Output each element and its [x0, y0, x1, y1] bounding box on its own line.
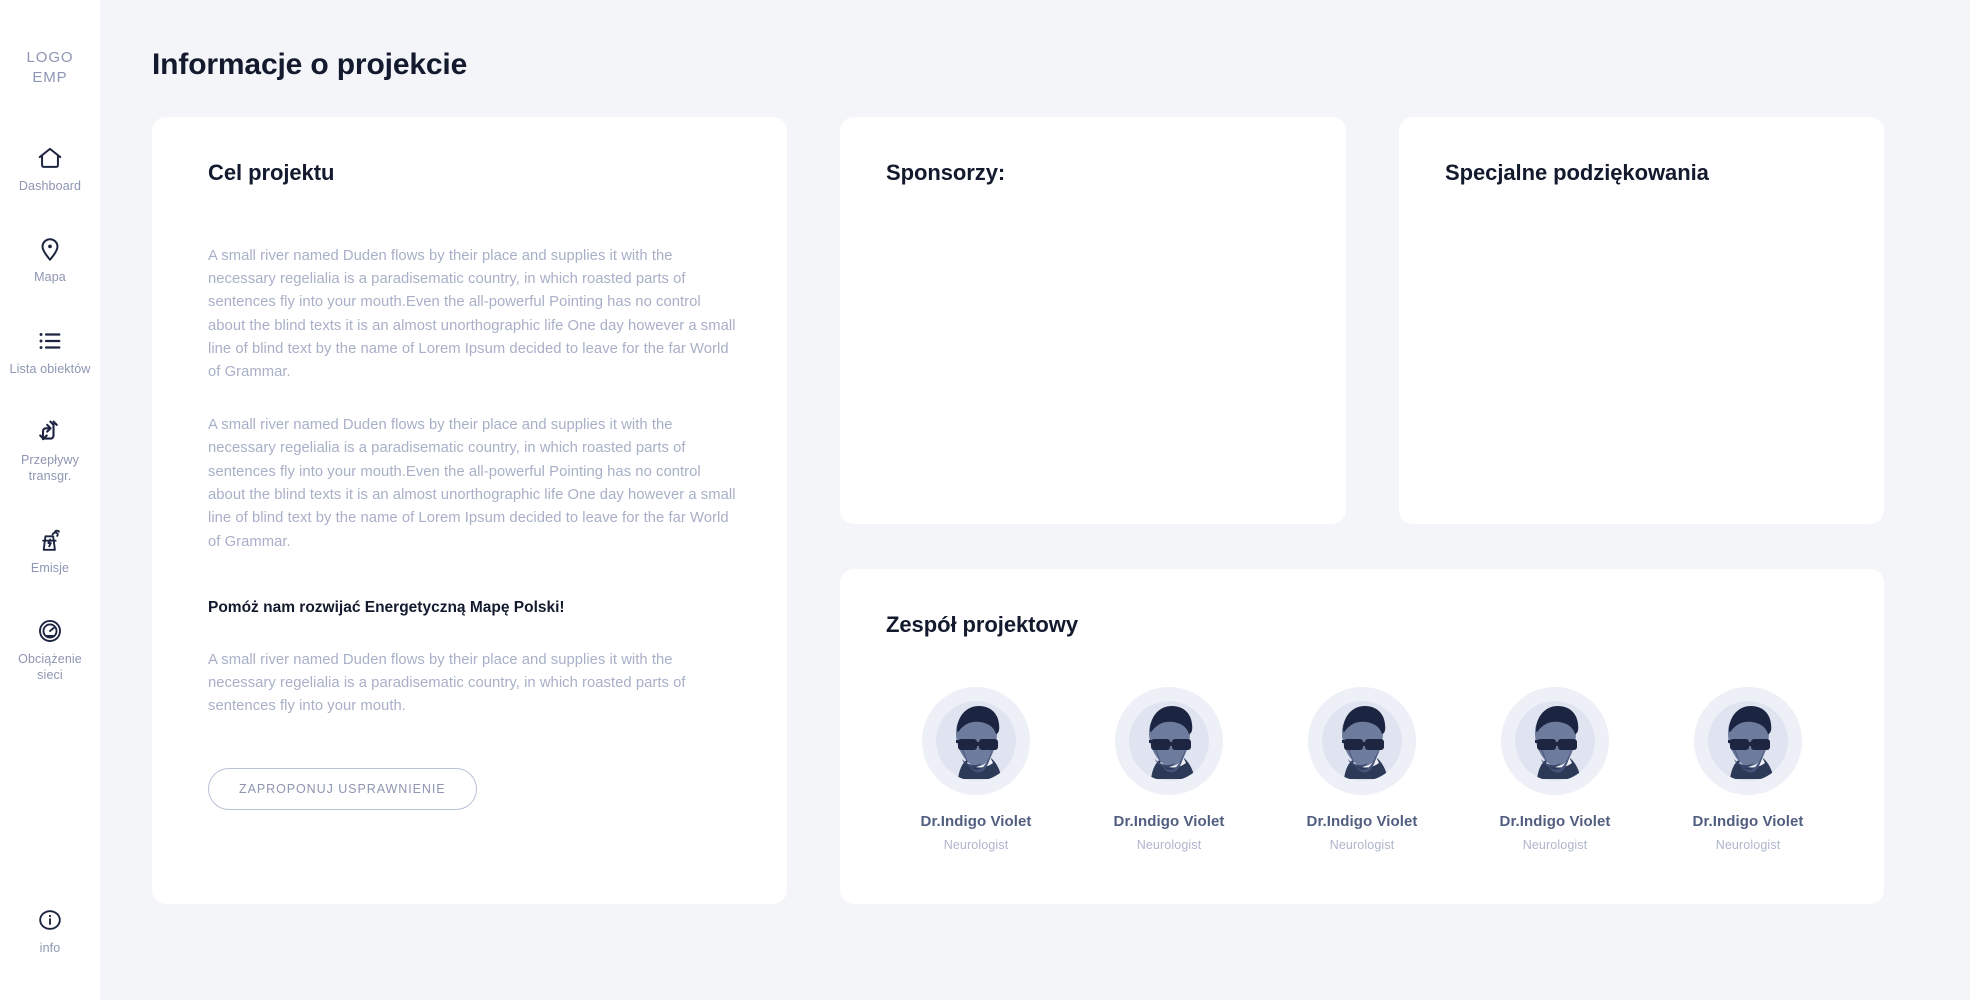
map-pin-icon: [36, 235, 64, 263]
sidebar-item-emisje[interactable]: Emisje: [0, 517, 100, 586]
app-logo[interactable]: LOGO EMP: [27, 48, 74, 89]
sidebar-item-obciazenie-sieci[interactable]: Obciążenie sieci: [0, 608, 100, 692]
card-title: Cel projektu: [208, 160, 335, 185]
logo-line-1: LOGO: [26, 49, 74, 66]
team-member-list: Dr.Indigo Violet Neurologist Dr.Indigo V…: [886, 686, 1838, 852]
card-cel-projektu: Cel projektu A small river named Duden f…: [152, 117, 787, 904]
team-member-name: Dr.Indigo Violet: [1113, 812, 1225, 830]
logo-line-2: EMP: [32, 69, 68, 87]
sidebar: LOGO EMP Dashboard Mapa Lista obiektów P…: [0, 0, 100, 1000]
list-icon: [36, 327, 64, 355]
sidebar-item-info[interactable]: info: [0, 897, 100, 966]
team-member-name: Dr.Indigo Violet: [1306, 812, 1418, 830]
sidebar-item-mapa[interactable]: Mapa: [0, 226, 100, 295]
sidebar-item-label: Lista obiektów: [9, 361, 91, 376]
team-member[interactable]: Dr.Indigo Violet Neurologist: [896, 686, 1056, 852]
team-member[interactable]: Dr.Indigo Violet Neurologist: [1282, 686, 1442, 852]
gauge-icon: [36, 617, 64, 645]
team-member[interactable]: Dr.Indigo Violet Neurologist: [1668, 686, 1828, 852]
sidebar-item-lista-obiektow[interactable]: Lista obiektów: [0, 318, 100, 387]
sidebar-item-label: Emisje: [30, 560, 70, 575]
team-member-name: Dr.Indigo Violet: [920, 812, 1032, 830]
avatar: [1115, 686, 1223, 795]
sidebar-item-przeplywy-transgr[interactable]: Przepływy transgr.: [0, 409, 100, 493]
team-member-role: Neurologist: [1522, 837, 1588, 852]
avatar: [1308, 686, 1416, 795]
team-member-role: Neurologist: [1136, 837, 1202, 852]
goal-paragraph-1: A small river named Duden flows by their…: [208, 247, 736, 381]
sidebar-item-label: Obciążenie sieci: [18, 652, 82, 682]
content-grid: Cel projektu A small river named Duden f…: [152, 117, 1884, 904]
app-root: LOGO EMP Dashboard Mapa Lista obiektów P…: [0, 0, 1970, 1000]
sidebar-item-label: Mapa: [34, 270, 66, 285]
goal-paragraph-3: A small river named Duden flows by their…: [208, 651, 686, 715]
team-member[interactable]: Dr.Indigo Violet Neurologist: [1089, 686, 1249, 852]
team-member-name: Dr.Indigo Violet: [1499, 812, 1611, 830]
propose-improvement-button[interactable]: ZAPROPONUJ USPRAWNIENIE: [208, 767, 477, 810]
team-member[interactable]: Dr.Indigo Violet Neurologist: [1475, 686, 1635, 852]
sidebar-item-label: Dashboard: [18, 178, 82, 193]
team-member-name: Dr.Indigo Violet: [1692, 812, 1804, 830]
card-title: Specjalne podziękowania: [1445, 160, 1709, 185]
flow-arrows-icon: [36, 418, 64, 446]
avatar: [922, 686, 1030, 795]
sidebar-nav: Dashboard Mapa Lista obiektów Przepływy …: [0, 135, 100, 716]
sidebar-item-dashboard[interactable]: Dashboard: [0, 135, 100, 204]
goal-subheading: Pomóż nam rozwijać Energetyczną Mapę Pol…: [208, 599, 565, 616]
avatar: [1694, 686, 1802, 795]
sidebar-item-label: Przepływy transgr.: [20, 453, 80, 483]
card-title: Zespół projektowy: [886, 612, 1079, 637]
avatar: [1501, 686, 1609, 795]
team-member-role: Neurologist: [1329, 837, 1395, 852]
sidebar-item-label: info: [39, 941, 61, 956]
info-circle-icon: [36, 906, 64, 934]
team-member-role: Neurologist: [943, 837, 1009, 852]
card-specjalne-podziekowania: Specjalne podziękowania: [1399, 117, 1884, 524]
main-content: Informacje o projekcie Cel projektu A sm…: [100, 0, 1970, 1000]
card-title: Sponsorzy:: [886, 160, 1006, 185]
page-title: Informacje o projekcie: [152, 48, 468, 81]
home-icon: [36, 144, 64, 172]
team-member-role: Neurologist: [1715, 837, 1781, 852]
goal-paragraph-2: A small river named Duden flows by their…: [208, 416, 736, 550]
card-sponsorzy: Sponsorzy:: [840, 117, 1346, 524]
card-zespol-projektowy: Zespół projektowy Dr.Indigo Violet Neuro…: [840, 569, 1884, 904]
power-plant-icon: [36, 526, 64, 554]
